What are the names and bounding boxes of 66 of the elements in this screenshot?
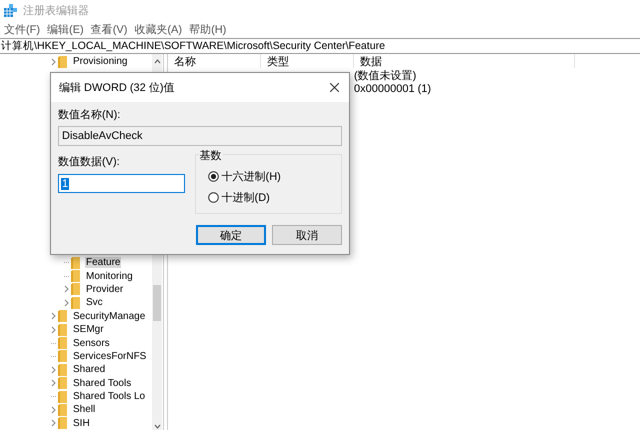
radio-option[interactable]: 十进制(D) [208,190,341,205]
field-label: 数值名称(N): [58,108,122,122]
tree-item[interactable]: SEMgr [72,324,105,336]
folder-icon [58,364,68,376]
menu-item[interactable]: 查看(V) [88,22,132,36]
chevron-right-icon[interactable] [51,58,56,66]
tree-item[interactable]: Shell [72,404,96,416]
scrollbar-thumb[interactable] [153,285,161,321]
folder-icon [58,377,68,390]
menu-item[interactable]: 编辑(E) [45,22,88,36]
menu-item[interactable]: 帮助(H) [187,22,230,36]
field-label: 数值数据(V): [58,155,121,169]
folder-icon [58,337,68,350]
chevron-right-icon[interactable] [64,298,69,307]
tree-item[interactable]: Provider [85,284,124,295]
folder-icon [58,350,68,362]
close-icon[interactable] [330,83,339,92]
dialog-button[interactable]: 确定 [196,225,266,245]
tree-item[interactable]: Monitoring [85,270,134,282]
folder-icon [58,417,68,430]
folder-icon [71,256,81,269]
menu-item[interactable]: 文件(F) [2,22,44,36]
registry-editor-icon [4,4,17,16]
tree-item[interactable]: Shared [72,364,106,376]
tree-item[interactable]: SecurityManage [72,310,146,322]
value-data-field[interactable]: 1 [58,174,185,193]
chevron-right-icon[interactable] [51,326,56,334]
column-header[interactable]: 名称 [168,54,261,68]
window-title: 注册表编辑器 [23,4,89,18]
tree-item[interactable]: Feature [85,257,122,268]
address-bar[interactable]: 计算机\HKEY_LOCAL_MACHINE\SOFTWARE\Microsoft\Security Center\Feature [0,38,640,54]
chevron-right-icon[interactable] [51,406,56,414]
tree-item[interactable]: SIH [72,418,91,429]
tree-item[interactable]: Shared Tools [72,378,132,389]
folder-icon [58,390,68,403]
folder-icon [71,296,81,309]
folder-icon [71,270,81,282]
chevron-right-icon[interactable] [51,419,56,428]
value-data: 0x00000001 (1) [354,83,432,95]
tree-item[interactable]: Provisioning [72,56,128,68]
scroll-up-icon[interactable] [154,59,160,64]
tree-item[interactable]: Shared Tools Lo [72,391,146,402]
folder-icon [58,310,68,322]
chevron-right-icon[interactable] [51,379,56,388]
radio-icon[interactable] [208,171,219,182]
chevron-right-icon[interactable] [64,285,69,294]
folder-icon [71,283,81,296]
folder-icon [58,404,68,416]
tree-item[interactable]: ServicesForNFS [72,350,148,362]
folder-icon [58,56,68,68]
column-header[interactable]: 数据 [354,54,575,68]
chevron-right-icon[interactable] [51,312,56,320]
group-label: 基数 [198,148,223,163]
dialog-button[interactable]: 取消 [272,225,342,245]
value-name-field[interactable]: DisableAvCheck [58,126,342,146]
dialog-title: 编辑 DWORD (32 位)值 [59,81,174,95]
scroll-down-icon[interactable] [154,424,160,429]
column-header[interactable]: 类型 [261,54,354,68]
chevron-right-icon[interactable] [51,366,56,374]
folder-icon [58,324,68,336]
tree-item[interactable]: Sensors [72,338,111,349]
radio-option[interactable]: 十六进制(H) [208,169,341,184]
radio-icon[interactable] [208,192,219,203]
menu-item[interactable]: 收藏夹(A) [132,22,186,36]
tree-item[interactable]: Svc [85,297,104,308]
value-data: (数值未设置) [354,68,416,82]
